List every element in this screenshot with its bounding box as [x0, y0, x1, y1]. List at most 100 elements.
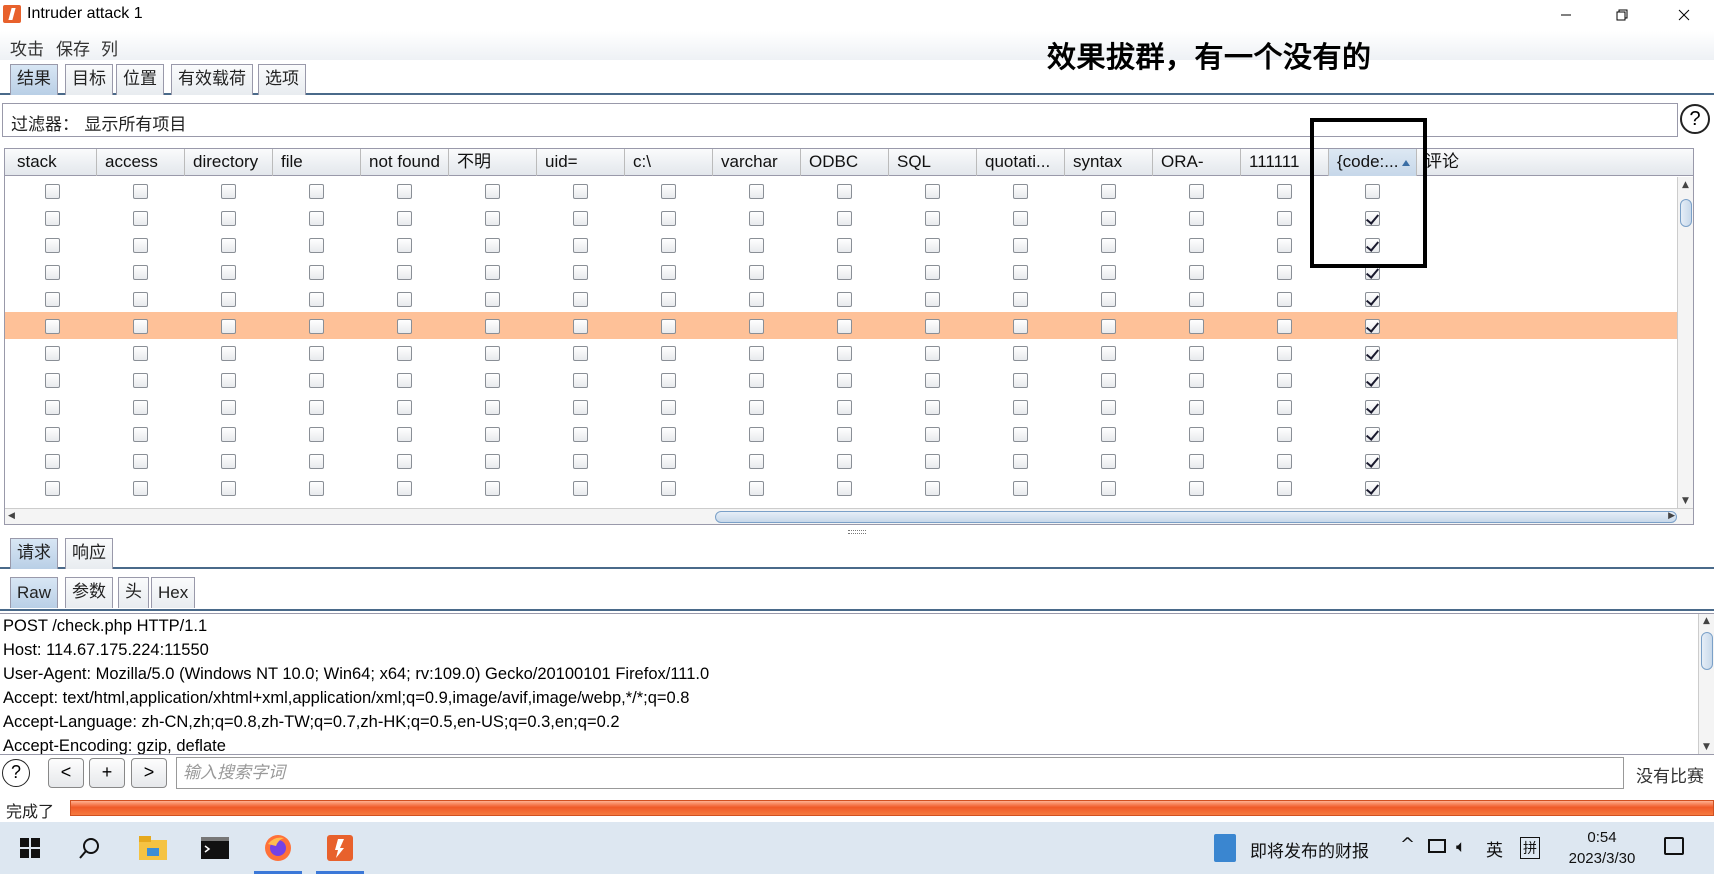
match-checkbox[interactable] [133, 454, 148, 469]
match-checkbox[interactable] [1101, 211, 1116, 226]
match-checkbox[interactable] [925, 400, 940, 415]
match-checkbox[interactable] [133, 481, 148, 496]
match-checkbox[interactable] [1365, 292, 1380, 307]
match-checkbox[interactable] [397, 427, 412, 442]
column-header[interactable]: 不明 [449, 149, 537, 176]
match-checkbox[interactable] [1277, 265, 1292, 280]
match-checkbox[interactable] [485, 265, 500, 280]
match-checkbox[interactable] [1101, 454, 1116, 469]
table-row[interactable] [5, 420, 1685, 447]
minimize-button[interactable] [1538, 0, 1594, 30]
match-checkbox[interactable] [925, 427, 940, 442]
scroll-up-arrow-icon[interactable]: ▲ [1703, 616, 1710, 626]
match-checkbox[interactable] [573, 238, 588, 253]
match-checkbox[interactable] [661, 454, 676, 469]
column-header[interactable]: varchar [713, 149, 801, 176]
column-header[interactable]: file [273, 149, 361, 176]
match-checkbox[interactable] [45, 265, 60, 280]
tab-hex[interactable]: Hex [151, 577, 196, 608]
column-header[interactable]: access [97, 149, 185, 176]
match-checkbox[interactable] [221, 184, 236, 199]
match-checkbox[interactable] [1013, 238, 1028, 253]
match-checkbox[interactable] [925, 265, 940, 280]
match-checkbox[interactable] [309, 184, 324, 199]
match-checkbox[interactable] [1013, 184, 1028, 199]
match-checkbox[interactable] [661, 292, 676, 307]
match-checkbox[interactable] [837, 319, 852, 334]
match-checkbox[interactable] [133, 238, 148, 253]
match-checkbox[interactable] [485, 292, 500, 307]
terminal-icon[interactable] [187, 822, 243, 874]
match-checkbox[interactable] [45, 454, 60, 469]
match-checkbox[interactable] [309, 292, 324, 307]
match-checkbox[interactable] [309, 238, 324, 253]
match-checkbox[interactable] [837, 373, 852, 388]
match-checkbox[interactable] [221, 211, 236, 226]
match-checkbox[interactable] [1189, 211, 1204, 226]
match-checkbox[interactable] [1189, 265, 1204, 280]
match-checkbox[interactable] [1013, 211, 1028, 226]
search-next-button[interactable]: > [131, 758, 167, 788]
match-checkbox[interactable] [221, 238, 236, 253]
match-checkbox[interactable] [1101, 238, 1116, 253]
match-checkbox[interactable] [133, 211, 148, 226]
match-checkbox[interactable] [1277, 454, 1292, 469]
match-checkbox[interactable] [925, 211, 940, 226]
match-checkbox[interactable] [749, 184, 764, 199]
match-checkbox[interactable] [397, 400, 412, 415]
column-header[interactable]: SQL [889, 149, 977, 176]
match-checkbox[interactable] [1189, 292, 1204, 307]
match-checkbox[interactable] [1101, 427, 1116, 442]
match-checkbox[interactable] [1189, 454, 1204, 469]
match-checkbox[interactable] [309, 319, 324, 334]
match-checkbox[interactable] [661, 373, 676, 388]
match-checkbox[interactable] [221, 454, 236, 469]
column-header[interactable]: c:\ [625, 149, 713, 176]
match-checkbox[interactable] [45, 292, 60, 307]
match-checkbox[interactable] [749, 238, 764, 253]
match-checkbox[interactable] [1365, 400, 1380, 415]
match-checkbox[interactable] [749, 346, 764, 361]
tab-payloads[interactable]: 有效载荷 [171, 64, 253, 95]
match-checkbox[interactable] [1189, 319, 1204, 334]
match-checkbox[interactable] [1101, 184, 1116, 199]
match-checkbox[interactable] [133, 319, 148, 334]
match-checkbox[interactable] [1189, 427, 1204, 442]
match-checkbox[interactable] [573, 454, 588, 469]
match-checkbox[interactable] [1189, 184, 1204, 199]
match-checkbox[interactable] [1277, 427, 1292, 442]
match-checkbox[interactable] [133, 346, 148, 361]
editor-vertical-scrollbar[interactable]: ▲ ▼ [1698, 614, 1714, 754]
match-checkbox[interactable] [133, 184, 148, 199]
column-header[interactable]: uid= [537, 149, 625, 176]
match-checkbox[interactable] [925, 292, 940, 307]
match-checkbox[interactable] [661, 427, 676, 442]
match-checkbox[interactable] [661, 319, 676, 334]
match-checkbox[interactable] [925, 319, 940, 334]
match-checkbox[interactable] [133, 292, 148, 307]
news-widget-text[interactable]: 即将发布的财报 [1250, 837, 1369, 862]
match-checkbox[interactable] [485, 238, 500, 253]
match-checkbox[interactable] [309, 400, 324, 415]
match-checkbox[interactable] [397, 373, 412, 388]
match-checkbox[interactable] [309, 211, 324, 226]
scroll-right-arrow-icon[interactable]: ▶ [1668, 511, 1675, 521]
column-header[interactable]: directory [185, 149, 273, 176]
match-checkbox[interactable] [1277, 211, 1292, 226]
ime-language[interactable]: 英 [1486, 836, 1503, 861]
match-checkbox[interactable] [485, 211, 500, 226]
match-checkbox[interactable] [1013, 373, 1028, 388]
match-checkbox[interactable] [1189, 481, 1204, 496]
match-checkbox[interactable] [397, 211, 412, 226]
match-checkbox[interactable] [221, 319, 236, 334]
match-checkbox[interactable] [573, 427, 588, 442]
match-checkbox[interactable] [45, 184, 60, 199]
match-checkbox[interactable] [1101, 265, 1116, 280]
menu-attack[interactable]: 攻击 [10, 35, 44, 60]
match-checkbox[interactable] [837, 346, 852, 361]
search-prev-button[interactable]: < [48, 758, 84, 788]
match-checkbox[interactable] [1013, 292, 1028, 307]
match-checkbox[interactable] [661, 265, 676, 280]
match-checkbox[interactable] [485, 427, 500, 442]
match-checkbox[interactable] [45, 373, 60, 388]
